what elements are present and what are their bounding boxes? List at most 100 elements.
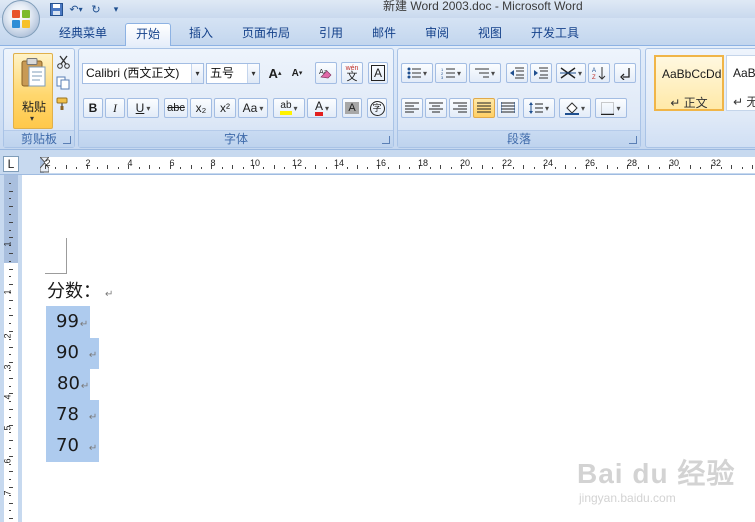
score-line-5[interactable]: 70 ↵ — [56, 431, 97, 464]
justify-button[interactable] — [473, 98, 495, 118]
tab-home[interactable]: 开始 — [125, 23, 171, 46]
ribbon: 粘贴 ▾ 剪贴板 Calibri (西文正文) ▾ 五号 ▾ A ▴ A ▾ Aa — [0, 46, 755, 150]
style-normal[interactable]: AaBbCcDd ↵ 正文 — [654, 55, 724, 111]
ruler-number: 28 — [626, 158, 638, 168]
copy-icon[interactable] — [54, 74, 72, 92]
italic-icon: I — [113, 100, 117, 115]
tab-review[interactable]: 审阅 — [414, 23, 460, 46]
paragraph-mark: ↵ — [105, 289, 114, 300]
ruler-tick — [9, 440, 13, 442]
decrease-indent-button[interactable] — [506, 63, 528, 83]
subscript-button[interactable]: x₂ — [190, 98, 212, 118]
phonetic-guide-button[interactable]: wén 文 — [341, 62, 363, 84]
tab-stop-selector[interactable]: L — [3, 156, 19, 172]
horizontal-ruler[interactable]: 2 2 4 6 8 10 12 14 16 18 20 22 24 26 28 30 32 — [38, 156, 755, 173]
style-no-spacing-sample: AaBb — [733, 66, 755, 80]
italic-button[interactable]: I — [105, 98, 125, 118]
ruler-tick — [159, 167, 161, 169]
shrink-font-button[interactable]: A ▾ — [287, 63, 307, 83]
ruler-tick — [9, 182, 11, 184]
clipboard-group: 粘贴 ▾ 剪贴板 — [3, 48, 75, 148]
borders-button[interactable] — [595, 98, 627, 118]
ruler-tick — [700, 167, 702, 169]
sort-button[interactable]: AZ — [588, 63, 610, 83]
ruler-tick — [554, 167, 556, 169]
chinese-layout-button[interactable] — [556, 63, 586, 83]
font-size-dropdown-arrow[interactable]: ▾ — [247, 64, 259, 83]
text-highlight-button[interactable]: ab — [273, 98, 305, 118]
tab-view[interactable]: 视图 — [467, 23, 513, 46]
align-left-button[interactable] — [401, 98, 423, 118]
character-shading-button[interactable]: A — [342, 98, 362, 118]
style-no-spacing[interactable]: AaBb ↵ 无 — [726, 55, 755, 111]
underline-icon: U — [135, 101, 145, 115]
score-line-3[interactable]: 80↵ — [57, 369, 89, 402]
tab-classic-menu[interactable]: 经典菜单 — [52, 23, 114, 46]
ruler-tick — [9, 518, 13, 520]
font-name-dropdown-arrow[interactable]: ▾ — [191, 64, 203, 83]
redo-icon[interactable]: ↻ — [88, 2, 104, 17]
font-name-value: Calibri (西文正文) — [86, 66, 180, 80]
ruler-tick — [429, 167, 431, 169]
score-line-4[interactable]: 78 ↵ — [56, 400, 97, 433]
paste-dropdown-arrow[interactable]: ▾ — [30, 114, 34, 123]
line-spacing-button[interactable] — [523, 98, 555, 118]
font-name-combo[interactable]: Calibri (西文正文) ▾ — [82, 63, 204, 84]
score-line-1[interactable]: 99↵ — [56, 307, 88, 340]
multilevel-list-button[interactable] — [469, 63, 501, 83]
align-center-button[interactable] — [425, 98, 447, 118]
show-hide-marks-button[interactable] — [614, 63, 636, 83]
strikethrough-button[interactable]: abc — [164, 98, 188, 118]
tab-page-layout[interactable]: 页面布局 — [234, 23, 298, 46]
ruler-tick — [149, 165, 150, 169]
ruler-tick — [689, 165, 691, 169]
score-value: 70 — [56, 435, 79, 456]
grow-font-button[interactable]: A ▴ — [265, 63, 285, 83]
ruler-tick — [9, 276, 11, 278]
character-border-button[interactable]: A — [368, 62, 388, 84]
tab-mailings[interactable]: 邮件 — [361, 23, 407, 46]
font-size-combo[interactable]: 五号 ▾ — [206, 63, 260, 84]
ruler-tick — [9, 307, 11, 309]
score-line-2[interactable]: 90 ↵ — [56, 338, 97, 371]
tab-developer[interactable]: 开发工具 — [522, 23, 588, 46]
distributed-button[interactable] — [497, 98, 519, 118]
underline-button[interactable]: U — [127, 98, 159, 118]
ruler-number: 26 — [584, 158, 596, 168]
tab-references[interactable]: 引用 — [308, 23, 354, 46]
tab-insert[interactable]: 插入 — [178, 23, 224, 46]
bullets-button[interactable] — [401, 63, 433, 83]
customize-qat-icon[interactable]: ▾ — [108, 2, 124, 17]
undo-icon[interactable]: ↶ ▾ — [68, 2, 84, 17]
ruler-tick — [346, 167, 348, 169]
paragraph-dialog-launcher[interactable] — [629, 136, 637, 144]
paste-button[interactable]: 粘贴 ▾ — [13, 53, 53, 129]
ruler-tick — [9, 448, 11, 449]
vertical-ruler[interactable]: 1 1 2 3 4 5 6 7 — [3, 175, 18, 522]
numbering-button[interactable]: 123 — [435, 63, 467, 83]
increase-indent-button[interactable] — [530, 63, 552, 83]
change-case-button[interactable]: Aa — [238, 98, 268, 118]
shading-button[interactable] — [559, 98, 591, 118]
ruler-tick — [9, 471, 13, 473]
font-group-label: 字体 — [79, 130, 393, 147]
ruler-tick — [9, 214, 11, 215]
ruler-tick — [409, 167, 410, 169]
margin-corner-mark — [45, 238, 67, 274]
superscript-button[interactable]: x² — [214, 98, 236, 118]
ruler-number: 8 — [210, 158, 216, 168]
character-border-icon: A — [370, 65, 385, 81]
font-dialog-launcher[interactable] — [382, 136, 390, 144]
clear-formatting-button[interactable]: Aa — [315, 62, 337, 84]
paragraph-mark: ↵ — [88, 443, 98, 454]
ruler-tick — [9, 229, 11, 231]
font-color-button[interactable]: A — [307, 98, 337, 118]
office-button[interactable] — [2, 0, 40, 38]
format-painter-icon[interactable] — [54, 95, 72, 113]
clipboard-dialog-launcher[interactable] — [63, 136, 71, 144]
align-right-button[interactable] — [449, 98, 471, 118]
save-icon[interactable] — [48, 2, 64, 17]
enclose-characters-button[interactable]: 字 — [367, 98, 387, 118]
bold-button[interactable]: B — [83, 98, 103, 118]
cut-icon[interactable] — [54, 53, 72, 71]
